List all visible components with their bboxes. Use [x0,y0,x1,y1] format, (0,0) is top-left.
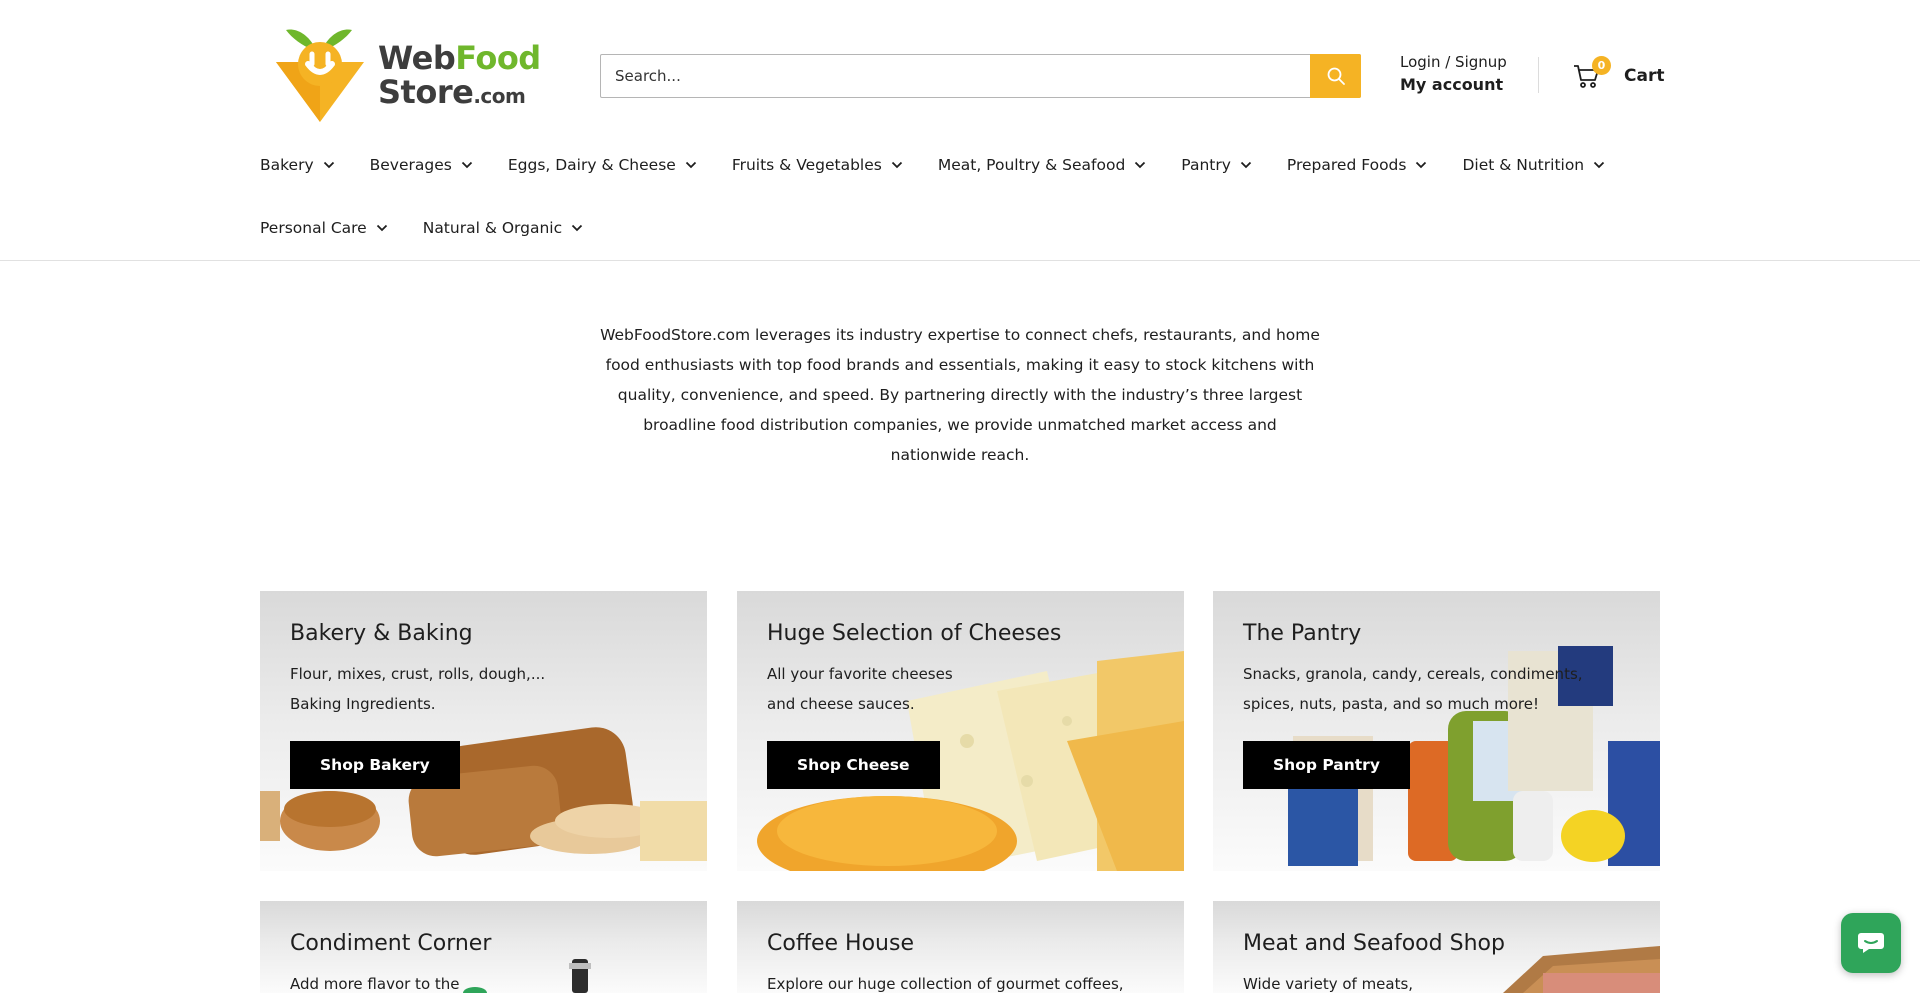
my-account-link[interactable]: My account [1400,73,1507,97]
cart-button[interactable]: 0 Cart [1572,56,1664,92]
card-title: Coffee House [767,931,914,956]
intro-text: WebFoodStore.com leverages its industry … [600,326,1320,464]
card-description: Snacks, granola, candy, cereals, condime… [1243,665,1583,713]
logo-text: WebFood Store.com [378,42,541,108]
nav-item-natural-organic[interactable]: Natural & Organic [423,219,583,237]
card-description: All your favorite cheeses and cheese sau… [767,665,953,713]
chat-icon [1858,933,1884,953]
nav-item-meat-poultry-seafood[interactable]: Meat, Poultry & Seafood [938,156,1146,174]
category-card-cheese[interactable]: Huge Selection of Cheeses All your favor… [737,591,1184,871]
account-menu[interactable]: Login / Signup My account [1400,52,1507,97]
search-bar [600,54,1361,98]
search-button[interactable] [1310,54,1361,98]
nav-item-bakery[interactable]: Bakery [260,156,335,174]
chevron-down-icon [323,161,334,169]
nav-item-fruits-vegetables[interactable]: Fruits & Vegetables [732,156,903,174]
card-description: Flour, mixes, crust, rolls, dough,... Ba… [290,665,546,713]
header-divider [1538,57,1539,93]
card-description: Explore our huge collection of gourmet c… [767,975,1124,993]
cheese-image [757,651,1184,871]
logo-text-web: Web [378,39,456,77]
site-header: WebFood Store.com Login / Signup My acco… [0,0,1920,261]
chevron-down-icon [461,161,472,169]
search-icon [1327,67,1345,85]
nav-row: Personal Care Natural & Organic [260,208,1680,248]
nav-row: Bakery Beverages Eggs, Dairy & Cheese Fr… [260,145,1680,185]
cart-label[interactable]: Cart [1624,66,1664,86]
cart-icon-wrap: 0 [1572,56,1611,90]
chevron-down-icon [685,161,696,169]
chat-widget-button[interactable] [1841,913,1901,973]
nav-item-personal-care[interactable]: Personal Care [260,219,388,237]
nav-item-prepared-foods[interactable]: Prepared Foods [1287,156,1428,174]
search-input[interactable] [601,55,1310,97]
chevron-down-icon [1594,161,1605,169]
shop-bakery-button[interactable]: Shop Bakery [290,741,460,789]
chevron-down-icon [376,224,387,232]
category-card-coffee[interactable]: Coffee House Explore our huge collection… [737,901,1184,993]
category-card-bakery[interactable]: Bakery & Baking Flour, mixes, crust, rol… [260,591,707,871]
chevron-down-icon [1416,161,1427,169]
chevron-down-icon [891,161,902,169]
cart-count-badge: 0 [1592,56,1611,75]
nav-item-pantry[interactable]: Pantry [1181,156,1252,174]
card-description: Add more flavor to the [290,975,460,993]
chevron-down-icon [1135,161,1146,169]
carrot-logo-icon [276,29,364,122]
site-logo[interactable]: WebFood Store.com [272,24,544,124]
category-card-condiments[interactable]: Condiment Corner Add more flavor to the [260,901,707,993]
logo-text-food: Food [455,39,541,77]
shop-pantry-button[interactable]: Shop Pantry [1243,741,1410,789]
shop-cheese-button[interactable]: Shop Cheese [767,741,940,789]
main-nav: Bakery Beverages Eggs, Dairy & Cheese Fr… [260,145,1680,248]
chevron-down-icon [1240,161,1252,169]
chevron-down-icon [571,224,583,232]
category-card-meat-seafood[interactable]: Meat and Seafood Shop Wide variety of me… [1213,901,1660,993]
logo-text-com: .com [473,84,526,108]
pantry-image [1288,646,1660,866]
card-description: Wide variety of meats, [1243,975,1414,993]
logo-text-store: Store [378,73,474,111]
bakery-image [260,727,707,861]
login-signup-link[interactable]: Login / Signup [1400,52,1507,72]
nav-item-eggs-dairy-cheese[interactable]: Eggs, Dairy & Cheese [508,156,697,174]
nav-item-diet-nutrition[interactable]: Diet & Nutrition [1462,156,1605,174]
category-card-pantry[interactable]: The Pantry Snacks, granola, candy, cerea… [1213,591,1660,871]
nav-item-beverages[interactable]: Beverages [370,156,473,174]
